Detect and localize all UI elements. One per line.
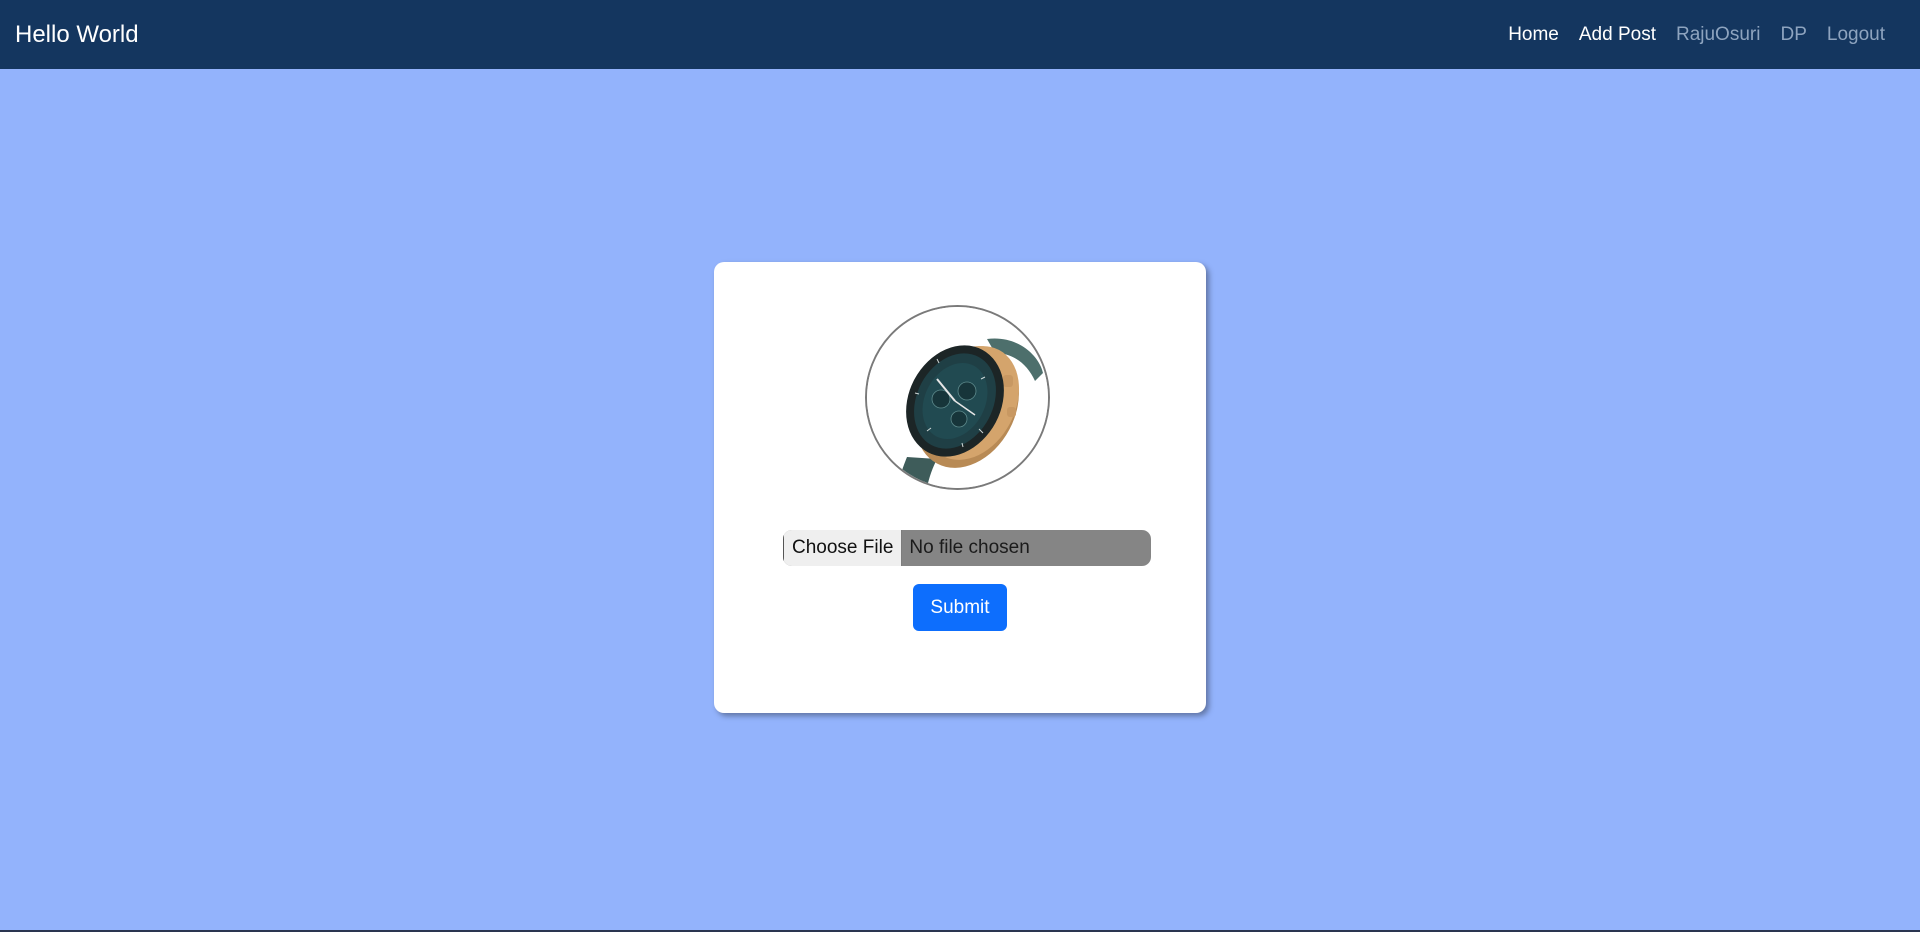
nav-links: Home Add Post RajuOsuri DP Logout xyxy=(1498,0,1895,69)
brand-title[interactable]: Hello World xyxy=(15,0,139,69)
file-status-text: No file chosen xyxy=(909,537,1030,558)
nav-link-home[interactable]: Home xyxy=(1498,0,1569,69)
profile-picture-preview xyxy=(865,305,1050,490)
choose-file-button[interactable]: Choose File xyxy=(783,530,903,566)
top-navbar: Hello World Home Add Post RajuOsuri DP L… xyxy=(0,0,1920,69)
upload-card: Choose File No file chosen Submit xyxy=(714,262,1206,713)
nav-link-logout[interactable]: Logout xyxy=(1817,0,1895,69)
nav-link-add-post[interactable]: Add Post xyxy=(1569,0,1666,69)
file-upload-input[interactable]: Choose File No file chosen xyxy=(783,530,1151,566)
smartwatch-image xyxy=(867,307,1048,488)
nav-link-dp[interactable]: DP xyxy=(1770,0,1816,69)
submit-button[interactable]: Submit xyxy=(913,584,1007,631)
nav-link-username[interactable]: RajuOsuri xyxy=(1666,0,1770,69)
